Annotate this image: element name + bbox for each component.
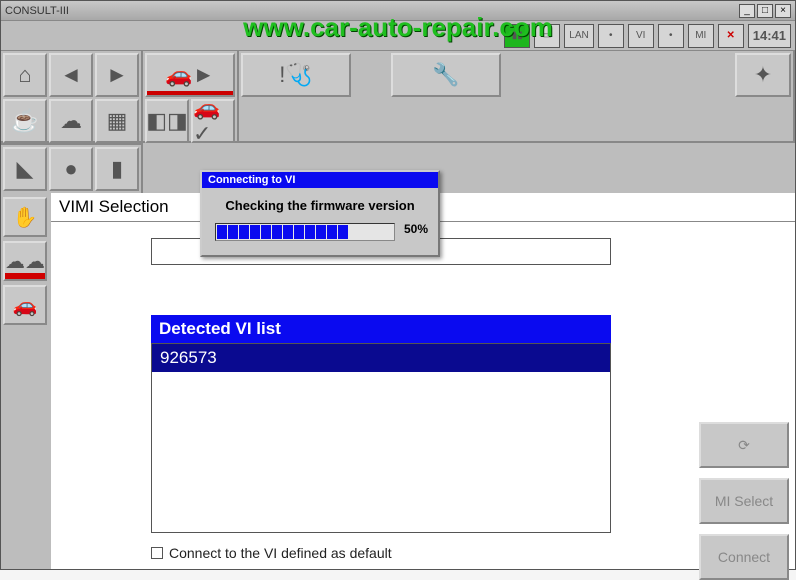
progress-row: 50%: [212, 213, 428, 245]
nav-toolgroup: ⌂ ◄ ► ☕ ☁ ▦: [1, 51, 143, 141]
default-vi-label: Connect to the VI defined as default: [169, 545, 392, 561]
group-icon[interactable]: ◧◨: [145, 99, 189, 143]
car-check-icon[interactable]: 🚗✓: [191, 99, 235, 143]
app-window: CONSULT-III _ □ × ▮▮ ▭ LAN • VI • MI ✕ 1…: [0, 0, 796, 570]
dialog-title: Connecting to VI: [202, 172, 438, 188]
vi-indicator-icon: •: [658, 24, 684, 48]
back-button[interactable]: ◄: [49, 53, 93, 97]
window-title: CONSULT-III: [5, 5, 739, 17]
progress-bar: [215, 223, 395, 241]
refresh-button[interactable]: ⟳: [699, 422, 789, 468]
default-vi-checkbox-row: Connect to the VI defined as default: [151, 545, 765, 561]
battery-icon: ▭: [534, 24, 560, 48]
default-vi-checkbox[interactable]: [151, 547, 163, 559]
clock: 14:41: [748, 24, 791, 48]
cars-icon[interactable]: 🚗: [3, 285, 47, 325]
progress-percent: 50%: [404, 222, 428, 236]
settings-button[interactable]: ✦: [735, 53, 791, 97]
print-button[interactable]: ▦: [95, 99, 139, 143]
lan-status: LAN: [564, 24, 593, 48]
connect-button[interactable]: Connect: [699, 534, 789, 580]
home-button[interactable]: ⌂: [3, 53, 47, 97]
record-icon[interactable]: ◣: [3, 147, 47, 191]
diagnose-button[interactable]: !🩺: [241, 53, 351, 97]
cloud-icon[interactable]: ☁: [49, 99, 93, 143]
forward-button[interactable]: ►: [95, 53, 139, 97]
list-item[interactable]: 926573: [152, 344, 610, 372]
left-sidebar: ✋ ☁☁ 🚗: [1, 193, 51, 569]
coffee-icon[interactable]: ☕: [3, 99, 47, 143]
wrench-button[interactable]: 🔧: [391, 53, 501, 97]
dialog-body: Checking the firmware version 50%: [202, 188, 438, 255]
net-indicator-icon: •: [598, 24, 624, 48]
mi-select-button[interactable]: MI Select: [699, 478, 789, 524]
close-button[interactable]: ×: [775, 4, 791, 18]
content-body: VIMI: 926573 Detected VI list 926573 Con…: [51, 222, 795, 569]
clouds-icon[interactable]: ☁☁: [3, 241, 47, 281]
status-bar: ▮▮ ▭ LAN • VI • MI ✕ 14:41: [1, 21, 795, 51]
detected-vi-header: Detected VI list: [151, 315, 611, 343]
vehicle-toolgroup: 🚗► ◧◨ 🚗✓: [143, 51, 239, 141]
aux-toolgroup: ◣ ● ▮: [1, 143, 143, 193]
toolbar: ⌂ ◄ ► ☕ ☁ ▦ 🚗► ◧◨ 🚗✓ !🩺 🔧 ✦: [1, 51, 795, 143]
titlebar: CONSULT-III _ □ ×: [1, 1, 795, 21]
dialog-message: Checking the firmware version: [212, 198, 428, 213]
circle-icon[interactable]: ●: [49, 147, 93, 191]
window-controls: _ □ ×: [739, 4, 791, 18]
progress-dialog: Connecting to VI Checking the firmware v…: [200, 170, 440, 257]
action-buttons: ⟳ MI Select Connect: [699, 422, 789, 580]
settings-toolgroup: ✦: [733, 51, 795, 141]
disconnect-button[interactable]: ✕: [718, 24, 744, 48]
gloves-icon[interactable]: ✋: [3, 197, 47, 237]
connection-status-icon: ▮▮: [504, 24, 530, 48]
bar-icon[interactable]: ▮: [95, 147, 139, 191]
maximize-button[interactable]: □: [757, 4, 773, 18]
vi-status: VI: [628, 24, 654, 48]
toolbar-spacer: !🩺 🔧: [239, 51, 733, 141]
minimize-button[interactable]: _: [739, 4, 755, 18]
vi-listbox[interactable]: 926573: [151, 343, 611, 533]
vehicle-select-button[interactable]: 🚗►: [145, 53, 235, 97]
mi-status: MI: [688, 24, 714, 48]
